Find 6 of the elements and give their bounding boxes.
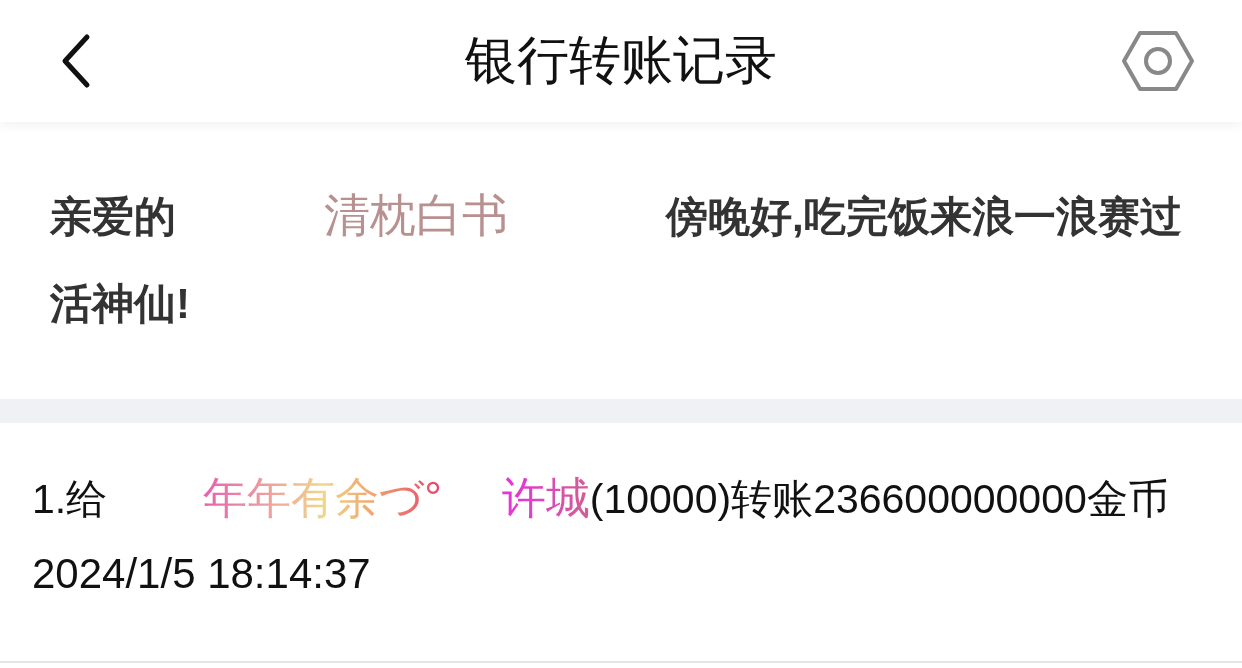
transfer-time: 2024/1/5 18:14:37	[32, 549, 371, 599]
transfer-record: 1.给 年年有余づ° 许城(10000)转账236600000000金币	[32, 472, 1170, 524]
settings-button[interactable]	[1122, 29, 1194, 93]
settings-icon	[1122, 29, 1194, 93]
greeting-message: 亲爱的 清枕白书 傍晚好,吃完饭来浪一浪赛过活神仙!	[49, 188, 1183, 329]
page-title: 银行转账记录	[465, 31, 777, 89]
